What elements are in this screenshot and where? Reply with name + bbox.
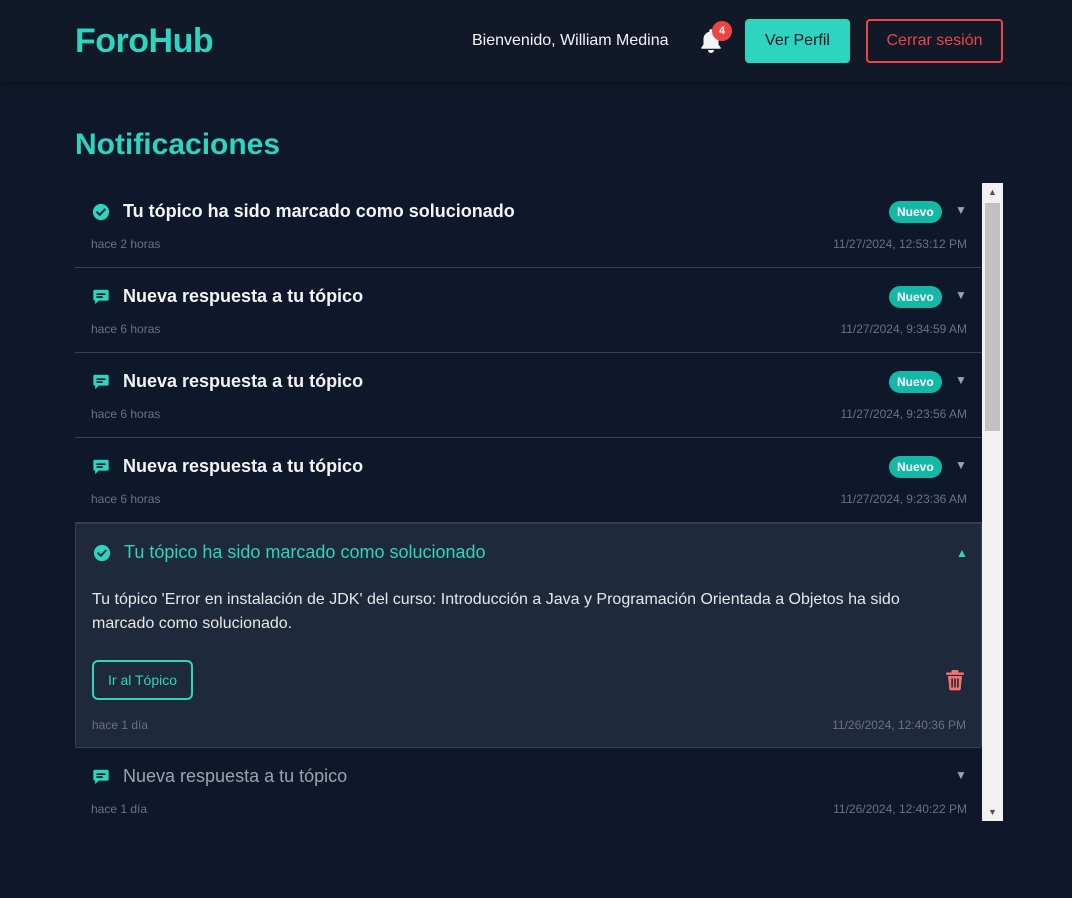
chevron-down-icon[interactable]: ▼ bbox=[955, 288, 967, 302]
notification-title: Nueva respuesta a tu tópico bbox=[123, 766, 348, 786]
notification-list[interactable]: Tu tópico ha sido marcado como soluciona… bbox=[75, 183, 1003, 821]
scrollbar-thumb[interactable] bbox=[985, 203, 1000, 431]
notification-item[interactable]: Tu tópico ha sido marcado como soluciona… bbox=[75, 183, 982, 268]
notification-relative-time: hace 6 horas bbox=[91, 492, 161, 506]
notification-timestamp: 11/26/2024, 12:40:22 PM bbox=[833, 802, 967, 816]
chat-bubble-icon bbox=[93, 769, 109, 785]
notification-timestamp: 11/27/2024, 12:53:12 PM bbox=[833, 237, 967, 251]
notification-relative-time: hace 2 horas bbox=[91, 237, 161, 251]
trash-icon[interactable] bbox=[945, 669, 965, 691]
notification-timestamp: 11/27/2024, 9:34:59 AM bbox=[840, 322, 967, 336]
new-badge: Nuevo bbox=[889, 201, 942, 223]
scroll-up-arrow-icon[interactable]: ▲ bbox=[982, 183, 1003, 201]
notification-title: Nueva respuesta a tu tópico bbox=[123, 371, 364, 391]
notification-timestamp: 11/26/2024, 12:40:36 PM bbox=[832, 718, 966, 732]
chat-bubble-icon bbox=[93, 289, 109, 305]
notification-item[interactable]: Nueva respuesta a tu tópico Nuevo ▼ hace… bbox=[75, 438, 982, 523]
navbar: ForoHub Bienvenido, William Medina 4 Ver… bbox=[0, 0, 1072, 82]
scroll-down-arrow-icon[interactable]: ▼ bbox=[982, 803, 1003, 821]
notification-message: Tu tópico 'Error en instalación de JDK' … bbox=[92, 591, 900, 632]
chevron-down-icon[interactable]: ▼ bbox=[955, 768, 967, 782]
notification-relative-time: hace 6 horas bbox=[91, 322, 161, 336]
notification-title: Tu tópico ha sido marcado como soluciona… bbox=[123, 201, 515, 221]
notification-item[interactable]: Nueva respuesta a tu tópico Nuevo ▼ hace… bbox=[75, 353, 982, 438]
notification-timestamp: 11/27/2024, 9:23:36 AM bbox=[840, 492, 967, 506]
new-badge: Nuevo bbox=[889, 286, 942, 308]
notification-relative-time: hace 1 día bbox=[92, 718, 149, 732]
view-profile-button[interactable]: Ver Perfil bbox=[745, 19, 850, 63]
notification-title: Nueva respuesta a tu tópico bbox=[123, 286, 364, 306]
notification-timestamp: 11/27/2024, 9:23:56 AM bbox=[840, 407, 967, 421]
notification-title: Nueva respuesta a tu tópico bbox=[123, 456, 364, 476]
new-badge: Nuevo bbox=[889, 371, 942, 393]
welcome-text: Bienvenido, William Medina bbox=[472, 32, 669, 49]
chevron-down-icon[interactable]: ▼ bbox=[955, 203, 967, 217]
brand-logo[interactable]: ForoHub bbox=[75, 22, 214, 61]
chevron-up-icon[interactable]: ▲ bbox=[956, 546, 968, 560]
page-title: Notificaciones bbox=[75, 128, 281, 161]
logout-button[interactable]: Cerrar sesión bbox=[866, 19, 1003, 63]
new-badge: Nuevo bbox=[889, 456, 942, 478]
notification-item-expanded[interactable]: Tu tópico ha sido marcado como soluciona… bbox=[75, 523, 982, 748]
chat-bubble-icon bbox=[93, 459, 109, 475]
go-to-topic-button[interactable]: Ir al Tópico bbox=[92, 660, 193, 700]
chat-bubble-icon bbox=[93, 374, 109, 390]
scrollbar[interactable]: ▲ ▼ bbox=[982, 183, 1003, 821]
check-circle-icon bbox=[92, 203, 110, 221]
notification-item[interactable]: Nueva respuesta a tu tópico Nuevo ▼ hace… bbox=[75, 268, 982, 353]
notification-item[interactable]: Nueva respuesta a tu tópico ▼ hace 1 día… bbox=[75, 748, 982, 821]
chevron-down-icon[interactable]: ▼ bbox=[955, 373, 967, 387]
check-circle-icon bbox=[93, 544, 111, 562]
notification-count-badge: 4 bbox=[712, 21, 732, 41]
notification-title: Tu tópico ha sido marcado como soluciona… bbox=[124, 542, 486, 562]
chevron-down-icon[interactable]: ▼ bbox=[955, 458, 967, 472]
notification-relative-time: hace 1 día bbox=[91, 802, 148, 816]
notification-relative-time: hace 6 horas bbox=[91, 407, 161, 421]
